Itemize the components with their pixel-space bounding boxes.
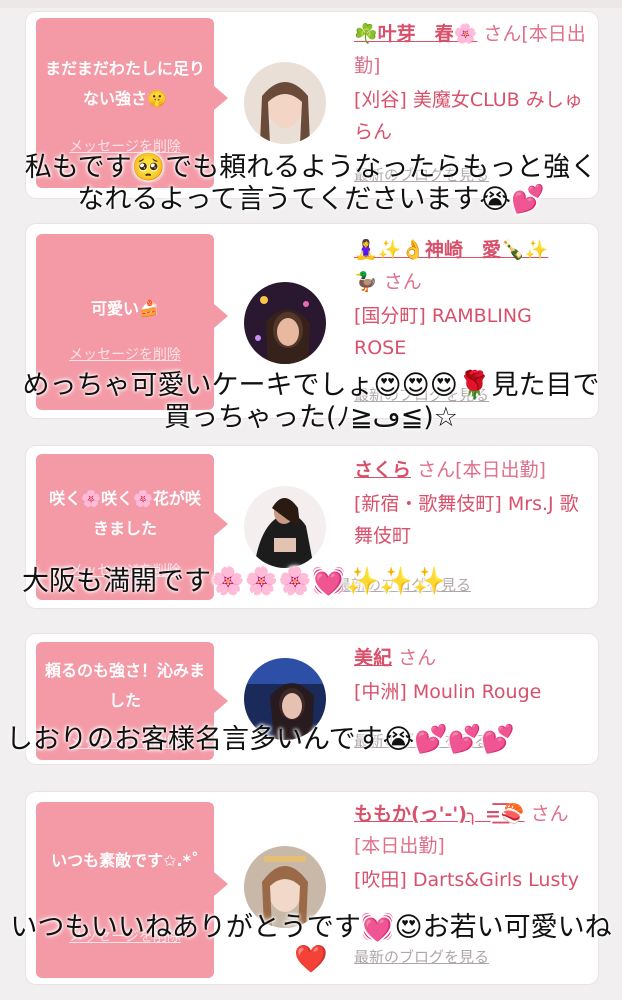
top-divider <box>0 0 622 8</box>
overlay-caption: 私もです🥺でも頼れるようなったらもっと強くなれるよって言うてくださいます😭💕 <box>24 152 598 215</box>
avatar[interactable] <box>244 62 326 144</box>
shop-name[interactable]: [吹田] Darts&Girls Lusty <box>354 864 590 896</box>
shop-name[interactable]: [新宿・歌舞伎町] Mrs.J 歌舞伎町 <box>354 488 590 552</box>
message-text: 可愛い🍰 <box>91 299 159 318</box>
cast-info: ももか(っ'-')╮ =͟͟͞͞🍣 さん[本日出勤] [吹田] Darts&Gi… <box>354 798 590 896</box>
avatar[interactable] <box>244 486 326 568</box>
shop-name[interactable]: [刈谷] 美魔女CLUB みしゅらん <box>354 84 590 148</box>
cast-info: ☘️叶芽 春🌸 さん[本日出勤] [刈谷] 美魔女CLUB みしゅらん <box>354 18 590 148</box>
overlay-caption: しおりのお客様名言多いんです😭💕💕💕 <box>6 724 516 755</box>
cast-suffix: 🦆 さん <box>354 271 422 293</box>
overlay-caption: 大阪も満開です🌸🌸🌸💓✨✨✨ <box>22 566 447 597</box>
message-text: まだまだわたしに足りない強さ🤫 <box>45 59 205 108</box>
cast-name-link[interactable]: ももか(っ'-')╮ =͟͟͞͞🍣 <box>354 803 525 825</box>
cast-info: 🧘‍♀️✨👌神崎 愛🍾✨ 🦆 さん [国分町] RAMBLING ROSE <box>354 234 590 364</box>
delete-message-link[interactable]: メッセージを削除 <box>36 344 214 364</box>
message-text: いつも素敵です✩.*˚ <box>51 851 199 870</box>
cast-name-link[interactable]: 美紀 <box>354 647 392 669</box>
cast-name-link[interactable]: ☘️叶芽 春🌸 <box>354 23 477 45</box>
avatar[interactable] <box>244 282 326 364</box>
shop-name[interactable]: [国分町] RAMBLING ROSE <box>354 300 590 364</box>
message-text: 頼るのも強さ！沁みました <box>44 661 205 710</box>
cast-name-link[interactable]: 🧘‍♀️✨👌神崎 愛🍾✨ <box>354 239 548 261</box>
cast-info: さくら さん[本日出勤] [新宿・歌舞伎町] Mrs.J 歌舞伎町 <box>354 454 590 552</box>
cast-suffix: さん[本日出勤] <box>417 459 546 481</box>
cast-name-link[interactable]: さくら <box>354 459 411 481</box>
overlay-caption: めっちゃ可愛いケーキでしょ😍😍😍🌹見た目で買っちゃった(ﾉ≧ڡ≦)☆ <box>22 370 600 433</box>
message-text: 咲く🌸咲く🌸花が咲きました <box>49 489 201 538</box>
shop-name[interactable]: [中洲] Moulin Rouge <box>354 676 590 708</box>
cast-suffix: さん <box>398 647 437 669</box>
overlay-caption: いつもいいねありがとうです💓😍お若い可愛いね❤️ <box>10 912 612 975</box>
cast-info: 美紀 さん [中洲] Moulin Rouge <box>354 642 590 708</box>
